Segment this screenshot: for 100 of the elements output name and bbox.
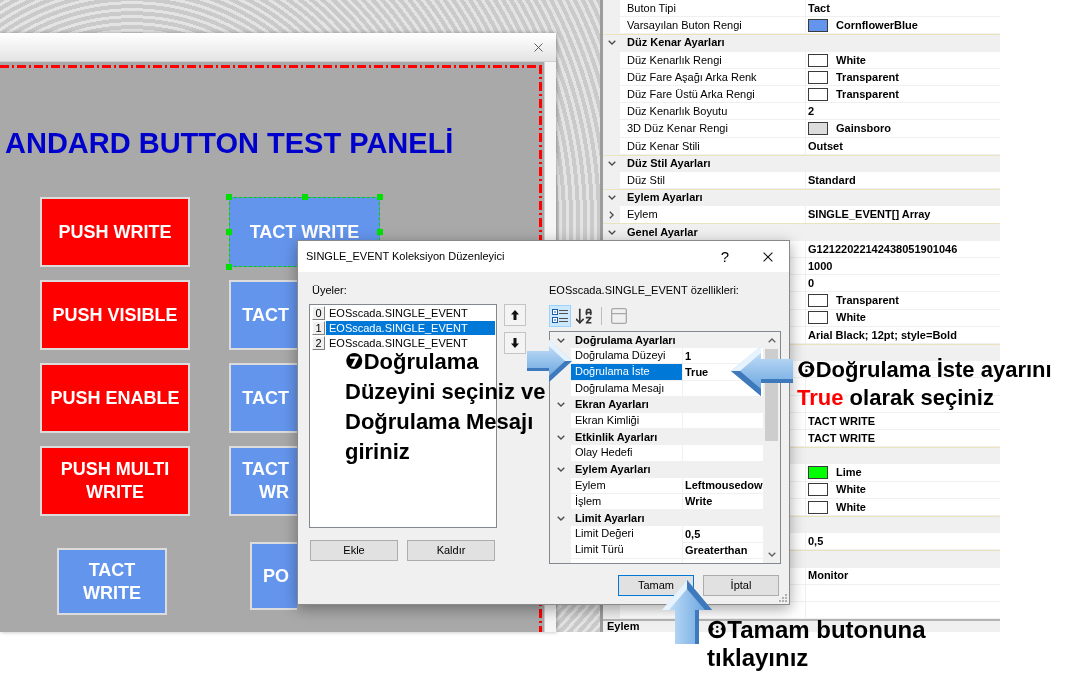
chevron-down-icon[interactable]: [767, 552, 776, 557]
resize-handle[interactable]: [301, 194, 308, 200]
category-label: Düz Kenar Ayarları: [626, 36, 725, 50]
members-label: Üyeler:: [312, 284, 347, 297]
category-label: Düz Stil Ayarları: [626, 156, 711, 170]
chevron-down-icon[interactable]: [556, 402, 565, 408]
panel-title: ANDARD BUTTON TEST PANELİ: [5, 126, 454, 160]
list-item[interactable]: EOSscada.SINGLE_EVENT: [326, 335, 495, 350]
cancel-button[interactable]: İptal: [703, 575, 779, 596]
property-value: G12122022142438051901046: [808, 242, 958, 256]
property-value: Gainsboro: [836, 122, 891, 136]
chevron-down-icon[interactable]: [556, 434, 565, 440]
category-label: Genel Ayarlar: [626, 225, 698, 239]
property-value: True: [685, 365, 709, 379]
category-label: Etkinlik Ayarları: [574, 430, 658, 444]
help-button[interactable]: ?: [710, 242, 740, 271]
chevron-up-icon[interactable]: [767, 338, 776, 343]
property-value: Write: [685, 495, 713, 509]
property-value: White: [836, 311, 866, 325]
property-name: Düz Fare Aşağı Arka Renk: [627, 70, 757, 84]
property-value: Outset: [808, 139, 843, 153]
index-tile: 0: [312, 305, 325, 320]
category-label: Limit Ayarları: [574, 511, 645, 525]
property-value: Greaterthan: [685, 544, 748, 558]
chevron-down-icon[interactable]: [607, 160, 616, 166]
category-label: Ekran Ayarları: [574, 398, 649, 412]
resize-grip-icon[interactable]: [778, 593, 787, 602]
panel-button[interactable]: PUSH ENABLE: [40, 363, 190, 433]
chevron-down-icon[interactable]: [556, 337, 565, 343]
arrow-down-icon: [511, 338, 519, 348]
move-up-button[interactable]: [504, 304, 526, 326]
property-name: Düz Kenar Stili: [627, 139, 700, 153]
index-tile: 1: [312, 320, 325, 335]
property-name: Eylem: [627, 208, 658, 222]
sort-az-icon: [576, 308, 592, 324]
property-name: Buton Tipi: [627, 2, 676, 16]
property-value: 0,5: [685, 527, 701, 541]
property-value: Transparent: [836, 88, 899, 102]
toolbar-button[interactable]: [549, 305, 571, 327]
property-value: TACT WRITE: [808, 414, 875, 428]
property-value: White: [836, 483, 866, 497]
property-value: 0: [808, 277, 815, 291]
resize-handle[interactable]: [226, 194, 232, 200]
property-name: Düz Kenarlık Boyutu: [627, 105, 728, 119]
category-label: Eylem Ayarları: [574, 463, 651, 477]
list-item[interactable]: EOSscada.SINGLE_EVENT: [326, 305, 495, 320]
category-label: Doğrulama Ayarları: [574, 333, 676, 347]
description-title: Eylem: [607, 621, 640, 632]
property-name: 3D Düz Kenar Rengi: [627, 122, 728, 136]
property-value: Leftmousedow: [685, 479, 763, 493]
property-name: Düz Fare Üstü Arka Rengi: [627, 88, 755, 102]
chevron-down-icon[interactable]: [607, 195, 616, 201]
arrow-up-icon: [511, 310, 519, 320]
chevron-down-icon[interactable]: [556, 467, 565, 473]
properties-label: EOSscada.SINGLE_EVENT özellikleri:: [549, 284, 739, 297]
instruction-text: ❽Tamam butonuna tıklayınız: [707, 616, 926, 672]
chevron-down-icon[interactable]: [607, 40, 616, 46]
add-button[interactable]: Ekle: [310, 540, 398, 561]
property-value: Arial Black; 12pt; style=Bold: [808, 328, 957, 342]
property-value: SINGLE_EVENT[] Array: [808, 208, 931, 222]
property-value: White: [836, 53, 866, 67]
property-name: Varsayılan Buton Rengi: [627, 19, 742, 33]
property-value: Tact: [808, 2, 830, 16]
property-value: 2: [808, 105, 815, 119]
panel-button[interactable]: PUSH VISIBLE: [40, 280, 190, 350]
property-value: Standard: [808, 173, 856, 187]
panel-button[interactable]: PUSH MULTI WRITE: [40, 446, 190, 516]
window-icon: [611, 308, 627, 324]
resize-handle[interactable]: [226, 229, 232, 235]
index-tile: 2: [312, 335, 325, 350]
resize-handle[interactable]: [377, 229, 383, 235]
resize-handle[interactable]: [226, 264, 232, 270]
close-icon: [763, 251, 773, 262]
chevron-right-icon[interactable]: [609, 210, 614, 219]
close-icon[interactable]: [534, 42, 543, 52]
arrow-right-icon: [527, 340, 572, 382]
remove-button[interactable]: Kaldır: [407, 540, 495, 561]
property-name: Düz Stil: [627, 173, 665, 187]
property-name[interactable]: Doğrulama İste: [571, 364, 682, 380]
property-value: 1: [685, 349, 692, 363]
property-value: Monitor: [808, 569, 849, 583]
category-list-icon: [552, 309, 568, 323]
property-value: Lime: [836, 466, 862, 480]
instruction-text: ❻Doğrulama İste ayarını True olarak seçiniz: [797, 356, 1052, 412]
resize-handle[interactable]: [377, 194, 383, 200]
chevron-down-icon[interactable]: [556, 515, 565, 521]
move-down-button[interactable]: [504, 332, 526, 354]
panel-button[interactable]: PUSH WRITE: [40, 197, 190, 267]
property-value: 1000: [808, 259, 833, 273]
property-value: Transparent: [836, 294, 899, 308]
property-value: Transparent: [836, 70, 899, 84]
list-item[interactable]: EOSscada.SINGLE_EVENT: [326, 320, 495, 335]
chevron-down-icon[interactable]: [607, 229, 616, 235]
category-label: Eylem Ayarları: [626, 191, 703, 205]
property-value: 0,5: [808, 534, 824, 548]
property-value: White: [836, 500, 866, 514]
toolbar-button[interactable]: [573, 305, 595, 327]
property-value: CornflowerBlue: [836, 19, 918, 33]
property-name: Düz Kenarlık Rengi: [627, 53, 722, 67]
property-value: TACT WRITE: [808, 431, 875, 445]
